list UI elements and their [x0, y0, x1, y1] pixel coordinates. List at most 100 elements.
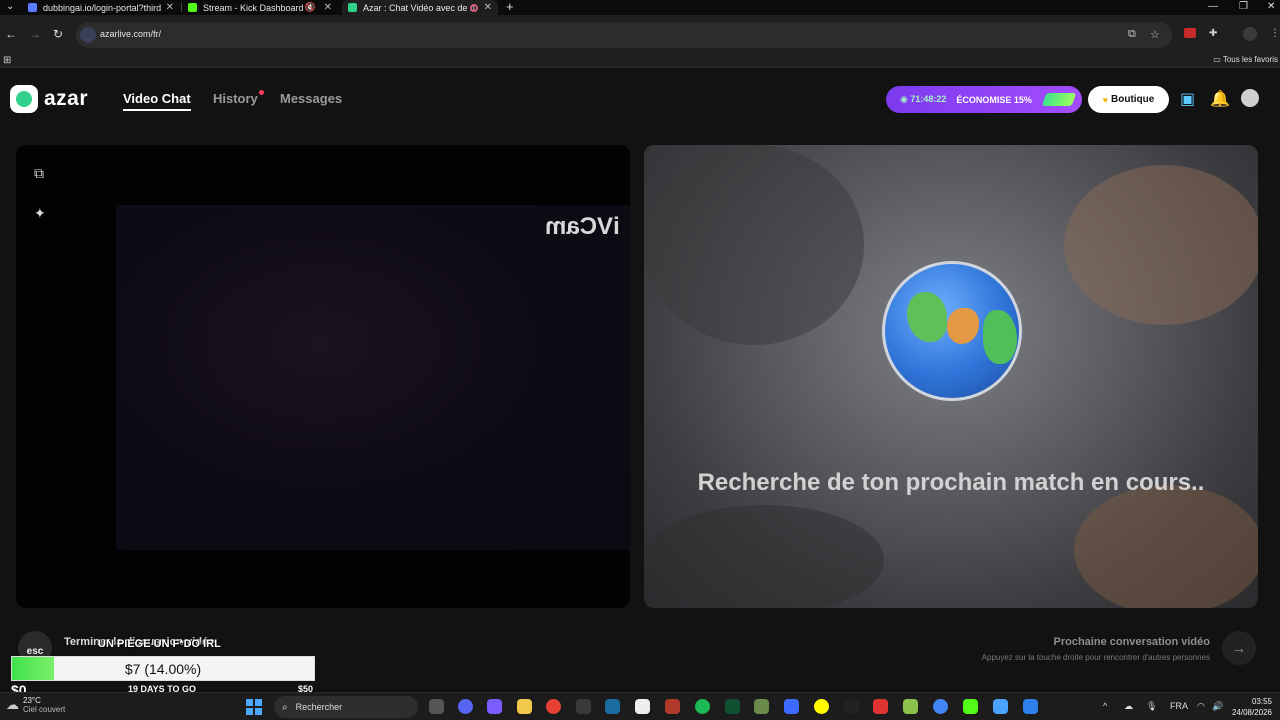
blur-shape	[1064, 165, 1258, 325]
azar-logo[interactable]: azar	[10, 85, 88, 113]
address-bar[interactable]: azarlive.com/fr/ ⧉ ☆	[76, 22, 1172, 48]
all-bookmarks-folder[interactable]: ▭ Tous les favoris	[1213, 55, 1278, 64]
azar-logo-icon	[10, 85, 38, 113]
plus-app-icon[interactable]	[635, 699, 650, 714]
nav-messages[interactable]: Messages	[280, 91, 342, 106]
weather-desc: Ciel couvert	[23, 705, 66, 714]
windows-start-icon[interactable]	[246, 699, 262, 715]
store-icon[interactable]	[576, 699, 591, 714]
forward-arrow-icon[interactable]: →	[29, 27, 41, 41]
clock-date: 24/08/2026	[1231, 708, 1272, 717]
magic-wand-icon[interactable]: ✦	[34, 205, 46, 222]
onedrive-icon[interactable]: ☁	[1124, 701, 1133, 712]
tab-dubbingai[interactable]: dubbingai.io/login-portal?third ✕	[22, 0, 180, 15]
app-icon[interactable]	[873, 699, 888, 714]
tab-title: Stream - Kick Dashboard	[203, 2, 304, 13]
cast-icon[interactable]: ⧉	[1128, 28, 1136, 41]
capcut-icon[interactable]	[844, 699, 859, 714]
discord-icon[interactable]	[458, 699, 473, 714]
nav-video-chat[interactable]: Video Chat	[123, 91, 191, 111]
taskbar-clock[interactable]: 03:55 24/08/2026	[1232, 696, 1272, 718]
match-view: Recherche de ton prochain match en cours…	[644, 145, 1258, 608]
nav-history[interactable]: History	[213, 91, 258, 106]
camera-feed	[116, 205, 630, 550]
restore-icon[interactable]: ❐	[1239, 0, 1248, 14]
weather-widget[interactable]: ☁ 23°C Ciel couvert	[6, 696, 65, 714]
steam-icon[interactable]	[605, 699, 620, 714]
history-notification-dot	[259, 90, 264, 95]
copilot-icon[interactable]	[487, 699, 502, 714]
bookmark-star-icon[interactable]: ☆	[1150, 28, 1160, 41]
browser-menu-icon[interactable]: ⋮	[1270, 28, 1280, 39]
shop-button[interactable]: ♥ Boutique	[1088, 86, 1169, 113]
globe-icon	[882, 261, 1022, 401]
app-icon[interactable]	[725, 699, 740, 714]
reload-icon[interactable]: ↻	[53, 27, 63, 41]
switch-view-icon[interactable]: ⧉	[34, 165, 44, 182]
chrome-icon[interactable]	[546, 699, 561, 714]
file-explorer-icon[interactable]	[517, 699, 532, 714]
arrow-right-icon: →	[1232, 640, 1246, 656]
tab-strip: ⌄ dubbingai.io/login-portal?third ✕ Stre…	[0, 0, 1280, 15]
next-chat-subtitle: Appuyez sur la touche droite pour rencon…	[981, 653, 1210, 662]
close-icon[interactable]: ✕	[484, 2, 492, 13]
volume-icon[interactable]: 🔊	[1212, 701, 1223, 712]
blur-shape	[644, 145, 864, 345]
bookmarks-bar: ⊞ ▭ Tous les favoris	[0, 53, 1280, 68]
blur-shape	[644, 505, 884, 608]
tab-azar[interactable]: Azar : Chat Vidéo avec de n ✕	[342, 0, 498, 15]
azar-logo-text: azar	[44, 87, 89, 110]
app-icon[interactable]	[903, 699, 918, 714]
app-icon[interactable]	[784, 699, 799, 714]
site-info-icon[interactable]	[80, 27, 96, 43]
chat-bubble-icon[interactable]: ▣	[1180, 89, 1195, 109]
browser-window: ⌄ dubbingai.io/login-portal?third ✕ Stre…	[0, 0, 1280, 720]
microphone-icon[interactable]: 🎙	[1146, 701, 1157, 712]
recording-icon	[470, 3, 478, 12]
tab-kick-dashboard[interactable]: Stream - Kick Dashboard 🔇 ✕	[182, 0, 338, 15]
app-icon[interactable]	[1023, 699, 1038, 714]
gem-icon: ♥	[1102, 94, 1108, 105]
spotify-icon[interactable]	[695, 699, 710, 714]
windows-taskbar: ☁ 23°C Ciel couvert ⌕ Rechercher ^ ☁ 🎙 F…	[0, 692, 1280, 720]
close-window-icon[interactable]: ✕	[1267, 0, 1275, 14]
extensions-puzzle-icon[interactable]: ✚	[1209, 28, 1217, 39]
folder-icon: ▭	[1213, 55, 1223, 64]
app-icon[interactable]	[665, 699, 680, 714]
next-chat-button[interactable]: →	[1222, 631, 1256, 665]
wifi-icon[interactable]: ◠	[1197, 701, 1205, 712]
mute-icon[interactable]: 🔇	[305, 2, 316, 13]
donation-goal-bar: $7 (14.00%)	[11, 656, 315, 681]
self-camera-view: iVCam ⧉ ✦	[16, 145, 630, 608]
task-view-icon[interactable]	[429, 699, 444, 714]
language-indicator[interactable]: FRA	[1170, 701, 1188, 711]
taskbar-search[interactable]: ⌕ Rechercher	[274, 696, 418, 718]
adblock-extension-icon[interactable]	[1184, 28, 1196, 38]
ivcam-watermark: iVCam	[545, 213, 620, 240]
discount-promo-button[interactable]: ◉ 71:48:22 ÉCONOMISE 15%	[886, 86, 1082, 113]
dubbingai-favicon-icon	[28, 3, 37, 12]
all-bookmarks-label: Tous les favoris	[1222, 55, 1278, 64]
tray-chevron-icon[interactable]: ^	[1103, 701, 1107, 711]
close-icon[interactable]: ✕	[166, 2, 174, 13]
url-text[interactable]: azarlive.com/fr/	[100, 29, 161, 39]
weather-temp: 23°C	[23, 696, 41, 705]
back-arrow-icon[interactable]: ←	[5, 27, 17, 41]
apps-grid-icon[interactable]: ⊞	[3, 55, 11, 66]
bell-icon[interactable]: 🔔	[1210, 89, 1230, 109]
app-icon[interactable]	[754, 699, 769, 714]
new-tab-button[interactable]: +	[506, 0, 514, 14]
profile-avatar-icon[interactable]	[1243, 27, 1257, 41]
taskbar-search-placeholder: Rechercher	[295, 702, 343, 712]
kick-icon[interactable]	[963, 699, 978, 714]
user-avatar-icon[interactable]	[1241, 89, 1259, 107]
tab-search-icon[interactable]: ⌄	[6, 0, 14, 14]
donation-goal-title: UN PIEGE UN F*DO IRL	[98, 638, 221, 650]
promo-label: ÉCONOMISE 15%	[956, 94, 1032, 105]
app-icon[interactable]	[993, 699, 1008, 714]
clock-time: 03:55	[1251, 697, 1272, 706]
chrome-profile-icon[interactable]	[933, 699, 948, 714]
minimize-icon[interactable]: —	[1208, 0, 1218, 14]
close-icon[interactable]: ✕	[324, 2, 332, 13]
snapchat-icon[interactable]	[814, 699, 829, 714]
